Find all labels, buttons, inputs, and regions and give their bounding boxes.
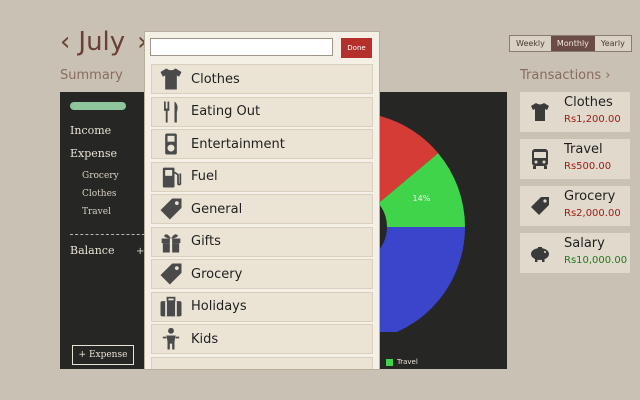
expense-item-travel: Travel bbox=[82, 207, 111, 217]
transaction-name: Salary bbox=[564, 236, 605, 251]
category-item-general[interactable]: General bbox=[151, 194, 373, 224]
category-item-entertainment[interactable]: Entertainment bbox=[151, 129, 373, 159]
category-label: Entertainment bbox=[191, 136, 285, 152]
expense-item-clothes: Clothes bbox=[82, 189, 117, 199]
transaction-clothes[interactable]: Clothes Rs1,200.00 bbox=[520, 92, 630, 132]
transaction-name: Travel bbox=[564, 142, 603, 157]
transaction-amount: Rs500.00 bbox=[564, 161, 612, 172]
legend-swatch bbox=[386, 358, 393, 366]
chart-legend: Travel bbox=[386, 358, 418, 366]
transaction-amount: Rs10,000.00 bbox=[564, 255, 628, 266]
category-label: General bbox=[191, 201, 243, 217]
legend-label: Travel bbox=[397, 358, 418, 366]
transaction-name: Clothes bbox=[564, 95, 613, 110]
transaction-amount: Rs1,200.00 bbox=[564, 114, 621, 125]
budget-progress-bar bbox=[70, 102, 126, 110]
tag-icon bbox=[160, 198, 182, 220]
summary-heading: Summary bbox=[60, 68, 123, 83]
category-item-kids[interactable]: Kids bbox=[151, 324, 373, 354]
chevron-left-icon[interactable]: ‹ bbox=[60, 27, 70, 57]
chevron-right-icon: › bbox=[605, 68, 611, 83]
ipod-icon bbox=[165, 133, 177, 155]
month-title: July bbox=[78, 27, 126, 57]
slice-value-label: 14% bbox=[413, 194, 431, 203]
category-item-gifts[interactable]: Gifts bbox=[151, 226, 373, 257]
transaction-grocery[interactable]: Grocery Rs2,000.00 bbox=[520, 186, 630, 226]
transactions-heading[interactable]: Transactions › bbox=[520, 68, 611, 83]
suitcase-icon bbox=[160, 296, 182, 316]
period-toggle: Weekly Monthly Yearly bbox=[509, 35, 632, 52]
expense-label[interactable]: Expense bbox=[70, 147, 117, 160]
transaction-name: Grocery bbox=[564, 189, 616, 204]
category-list: Clothes Eating Out Entertainment Fuel Ge… bbox=[151, 64, 373, 369]
transaction-amount: Rs2,000.00 bbox=[564, 208, 621, 219]
income-label[interactable]: Income bbox=[70, 124, 111, 137]
category-item-partial[interactable] bbox=[151, 356, 373, 369]
category-item-clothes[interactable]: Clothes bbox=[151, 64, 373, 94]
category-search-input[interactable] bbox=[150, 38, 333, 56]
period-yearly[interactable]: Yearly bbox=[594, 36, 631, 51]
transactions-label-text: Transactions bbox=[520, 68, 602, 83]
expense-item-grocery: Grocery bbox=[82, 171, 119, 181]
category-label: Clothes bbox=[191, 71, 240, 87]
month-header: ‹ July › bbox=[60, 22, 148, 62]
category-picker-popup: Done Clothes Eating Out Entertainment Fu… bbox=[144, 31, 380, 370]
add-expense-button[interactable]: + Expense bbox=[72, 345, 134, 365]
category-item-eating-out[interactable]: Eating Out bbox=[151, 96, 373, 127]
piggy-bank-icon bbox=[531, 247, 549, 262]
transaction-travel[interactable]: Travel Rs500.00 bbox=[520, 139, 630, 179]
category-label: Kids bbox=[191, 331, 219, 347]
gift-icon bbox=[161, 233, 181, 252]
tshirt-icon bbox=[531, 103, 549, 121]
transaction-salary[interactable]: Salary Rs10,000.00 bbox=[520, 233, 630, 273]
category-item-fuel[interactable]: Fuel bbox=[151, 161, 373, 192]
category-label: Eating Out bbox=[191, 104, 261, 119]
fuel-pump-icon bbox=[162, 167, 182, 187]
tag-icon bbox=[531, 197, 549, 215]
period-weekly[interactable]: Weekly bbox=[510, 36, 551, 51]
bus-icon bbox=[532, 149, 548, 169]
category-label: Fuel bbox=[191, 169, 218, 184]
category-label: Grocery bbox=[191, 266, 243, 282]
done-button[interactable]: Done bbox=[341, 38, 372, 58]
balance-divider bbox=[70, 234, 150, 235]
tshirt-icon bbox=[160, 68, 182, 90]
category-label: Holidays bbox=[191, 299, 247, 314]
period-monthly[interactable]: Monthly bbox=[550, 36, 595, 51]
category-label: Gifts bbox=[191, 234, 221, 249]
category-item-grocery[interactable]: Grocery bbox=[151, 259, 373, 289]
tag-icon bbox=[160, 263, 182, 285]
category-item-holidays[interactable]: Holidays bbox=[151, 291, 373, 322]
balance-label: Balance bbox=[70, 244, 115, 257]
fork-knife-icon bbox=[164, 101, 178, 122]
child-icon bbox=[162, 327, 180, 350]
